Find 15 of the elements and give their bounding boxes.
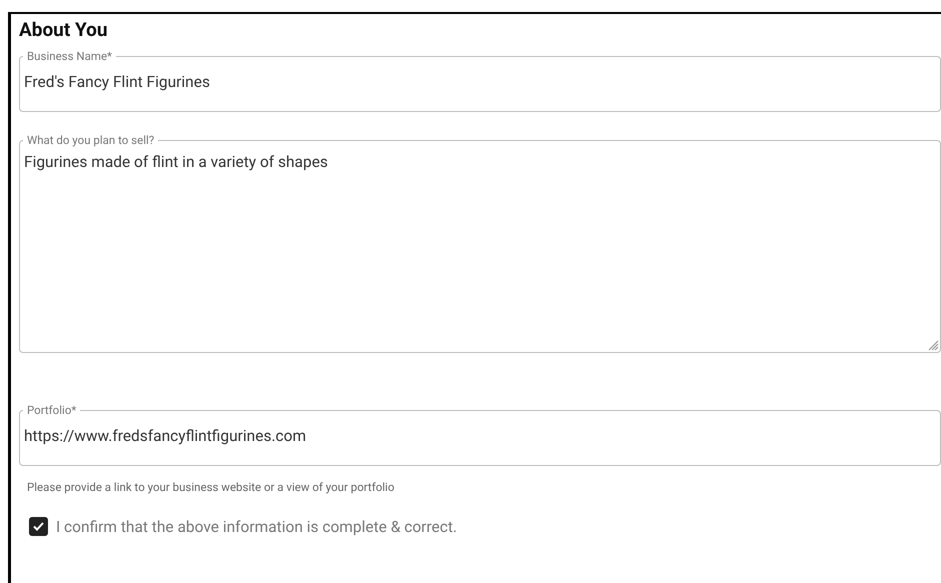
resize-handle-icon[interactable] <box>927 339 939 351</box>
input-field[interactable]: https://www.fredsfancyflintfigurines.com <box>20 416 940 465</box>
field-label: What do you plan to sell? <box>26 134 156 146</box>
helper-text: Please provide a link to your business website or a view of your portfolio <box>27 480 394 494</box>
field-label: Business Name* <box>26 50 114 62</box>
section-title: About You <box>19 19 108 41</box>
input-field[interactable]: Fred's Fancy Flint Figurines <box>20 62 940 111</box>
text-area-frame[interactable]: What do you plan to sell? Figurines made of flint in a variety of shapes <box>19 134 941 353</box>
checkbox-label: I confirm that the above information is complete & correct. <box>56 518 458 536</box>
checkbox[interactable] <box>29 517 48 536</box>
text-area[interactable]: Figurines made of flint in a variety of shapes <box>20 146 940 352</box>
input-frame[interactable]: Portfolio* https://www.fredsfancyflintfigurines.com <box>19 404 941 466</box>
field-label: Portfolio* <box>26 404 78 416</box>
check-icon <box>33 522 44 531</box>
input-frame[interactable]: Business Name* Fred's Fancy Flint Figurines <box>19 50 941 112</box>
